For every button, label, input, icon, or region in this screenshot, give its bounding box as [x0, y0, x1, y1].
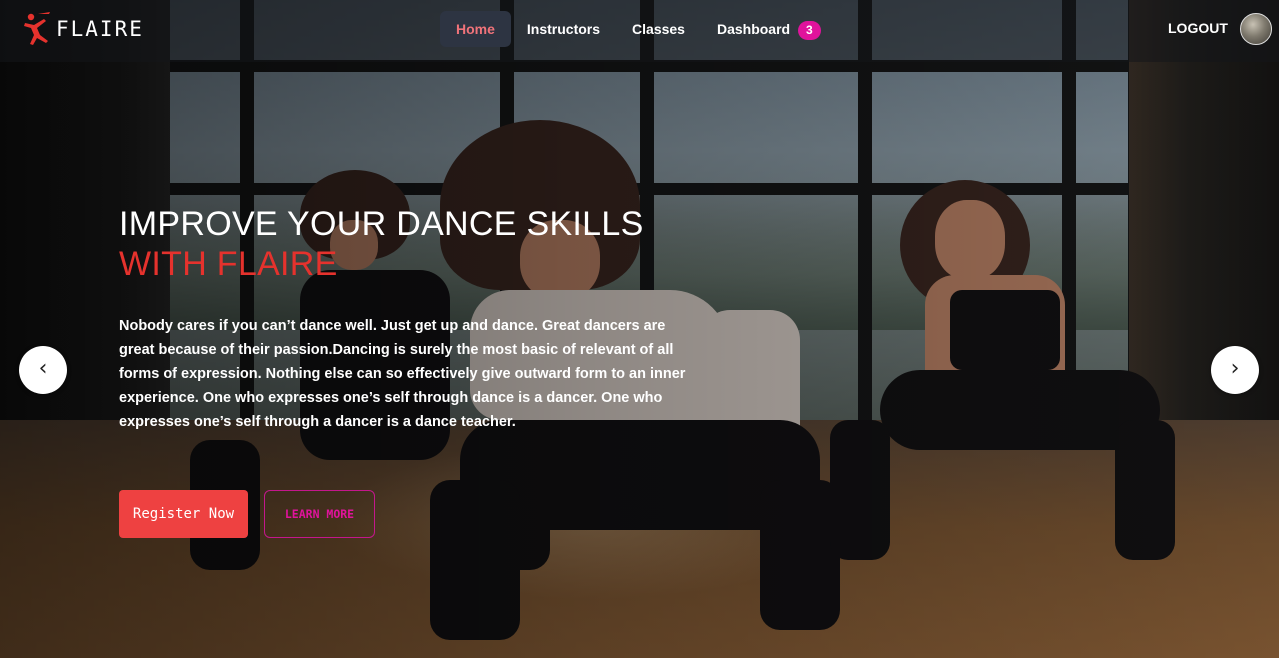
nav-dashboard[interactable]: Dashboard 3	[701, 11, 837, 47]
nav-classes[interactable]: Classes	[616, 11, 701, 47]
chevron-left-icon: ‹	[38, 356, 48, 381]
hero-headline: IMPROVE YOUR DANCE SKILLS WITH FLAIRE	[119, 204, 644, 284]
user-avatar[interactable]	[1240, 13, 1272, 45]
carousel-next-button[interactable]: ›	[1211, 346, 1259, 394]
learn-more-button[interactable]: LEARN MORE	[264, 490, 375, 538]
nav-links: Home Instructors Classes Dashboard 3	[440, 11, 837, 47]
carousel-prev-button[interactable]: ‹	[19, 346, 67, 394]
register-now-button[interactable]: Register Now	[119, 490, 248, 538]
dashboard-count-badge: 3	[797, 20, 821, 40]
brand-name: FLAIRE	[56, 17, 144, 41]
nav-home[interactable]: Home	[440, 11, 511, 47]
hero-title-line2: WITH FLAIRE	[119, 245, 338, 283]
hero-description: Nobody cares if you can’t dance well. Ju…	[119, 318, 686, 430]
nav-dashboard-label: Dashboard	[716, 21, 791, 37]
brand[interactable]: FLAIRE	[22, 11, 144, 47]
top-navbar: FLAIRE Home Instructors Classes Dashboar…	[0, 0, 1279, 62]
logout-link[interactable]: LOGOUT	[1168, 20, 1228, 36]
hero-title-line1: IMPROVE YOUR DANCE SKILLS	[119, 205, 644, 243]
chevron-right-icon: ›	[1230, 356, 1240, 381]
nav-instructors[interactable]: Instructors	[511, 11, 616, 47]
dancer-logo-icon	[24, 12, 50, 45]
